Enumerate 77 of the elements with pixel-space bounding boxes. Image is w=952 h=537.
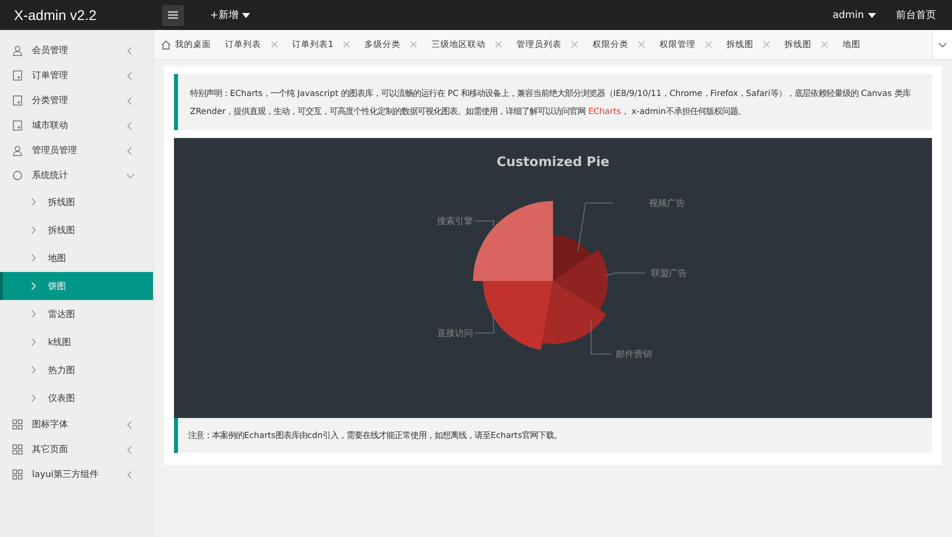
slice-label: 视频广告 <box>649 199 685 209</box>
chart-title: Customized Pie <box>496 155 610 170</box>
app-logo: X-admin v2.2 <box>13 7 98 23</box>
page-tab[interactable]: 权限分类 <box>585 30 652 59</box>
grid-icon <box>12 419 23 430</box>
sidebar-item[interactable]: 系统统计 <box>0 163 153 188</box>
chevron-right-icon <box>29 197 38 207</box>
user-icon <box>12 145 23 156</box>
sidebar-item[interactable]: 图标字体 <box>0 412 153 437</box>
chevron-right-icon <box>29 225 38 235</box>
user-icon <box>12 45 23 56</box>
page-tab[interactable]: 三级地区联动 <box>424 30 510 59</box>
chevron-right-icon <box>29 253 38 263</box>
close-icon[interactable] <box>343 41 350 48</box>
user-menu[interactable]: admin <box>832 10 876 20</box>
slice-label: 搜索引擎 <box>437 217 473 227</box>
chevron-right-icon <box>29 393 38 403</box>
page-tab[interactable]: 订单列表1 <box>285 30 358 59</box>
sidebar-subitem[interactable]: k线图 <box>0 328 153 356</box>
page-tab[interactable]: 拆线图 <box>719 30 778 59</box>
sidebar-subitem[interactable]: 地图 <box>0 244 153 272</box>
grid-icon <box>12 444 23 455</box>
sidebar-item[interactable]: 其它页面 <box>0 437 153 462</box>
note-text: 注意：本案例的Echarts图表库由cdn引入，需要在线才能正常使用，如想离线，请至Echarts官网下载。 <box>174 418 932 453</box>
add-menu[interactable]: +新增 <box>210 8 250 22</box>
sidebar-item[interactable]: 分类管理 <box>0 88 153 113</box>
slice-label: 联盟广告 <box>651 269 687 279</box>
page-tab[interactable]: 权限管理 <box>652 30 720 59</box>
page-tab[interactable]: 多级分类 <box>357 30 424 59</box>
sidebar-subitem[interactable]: 拆线图 <box>0 216 153 244</box>
chevron-right-icon <box>29 281 38 291</box>
close-icon[interactable] <box>638 41 646 48</box>
caret-icon <box>242 12 250 18</box>
grid-icon <box>12 469 23 480</box>
sidebar-item[interactable]: 城市联动 <box>0 113 153 138</box>
menu-button[interactable] <box>162 4 184 26</box>
sidebar-subitem[interactable]: 雷达图 <box>0 300 153 328</box>
chevron-right-icon <box>29 309 38 319</box>
circle-icon <box>12 170 23 181</box>
document-icon <box>12 120 23 131</box>
slice-label: 直接访问 <box>437 329 473 339</box>
caret-icon <box>868 12 876 18</box>
close-icon[interactable] <box>821 41 828 48</box>
close-icon[interactable] <box>495 41 502 48</box>
leader-line <box>590 320 612 354</box>
page-tab[interactable]: 管理员列表 <box>509 30 586 59</box>
leader-line <box>474 316 494 334</box>
sidebar-subitem[interactable]: 拆线图 <box>0 188 153 216</box>
document-icon <box>12 70 23 81</box>
page-tab[interactable]: 我的桌面 <box>154 30 218 59</box>
page-tab[interactable]: 地图 <box>835 30 868 59</box>
sidebar-item[interactable]: 管理员管理 <box>0 138 153 163</box>
sidebar-subitem[interactable]: 热力图 <box>0 356 153 384</box>
sidebar-subitem[interactable]: 饼图 <box>0 272 153 300</box>
leader-line <box>578 202 614 252</box>
slice-label: 邮件营销 <box>616 350 652 360</box>
chevron-right-icon <box>29 365 38 375</box>
page-tab[interactable]: 拆线图 <box>777 30 836 59</box>
close-icon[interactable] <box>571 41 578 48</box>
front-page-link[interactable]: 前台首页 <box>896 8 936 22</box>
document-icon <box>12 95 23 106</box>
close-icon[interactable] <box>271 41 278 48</box>
leader-line <box>604 272 646 276</box>
close-icon[interactable] <box>763 41 770 48</box>
sidebar-item[interactable]: layui第三方组件 <box>0 462 153 487</box>
close-icon[interactable] <box>705 41 712 48</box>
menu-icon <box>168 11 178 19</box>
chevron-right-icon <box>29 337 38 347</box>
leader-line <box>474 220 494 226</box>
sidebar-item[interactable]: 会员管理 <box>0 38 153 63</box>
sidebar-subitem[interactable]: 仪表图 <box>0 384 153 412</box>
page-tab[interactable]: 订单列表 <box>218 30 285 59</box>
notice-text: 特别声明：ECharts，一个纯 Javascript 的图表库，可以流畅的运行在 PC 和移动设备上，兼容当前绝大部分浏览器（IE8/9/10/11，Chrome，Firefox，Safari等），底层依赖轻量级的 Canvas 类库 ZRender，提供直观，生动，可交互，可高度个性化定制的数据可视化图表。如需使用，详细了解可以访问官网 ECharts， x-admin不承担任何版权问题。 <box>174 74 932 130</box>
sidebar-item[interactable]: 订单管理 <box>0 63 153 88</box>
close-icon[interactable] <box>410 41 418 48</box>
more-tabs-button[interactable] <box>932 30 952 59</box>
home-icon <box>161 40 171 50</box>
